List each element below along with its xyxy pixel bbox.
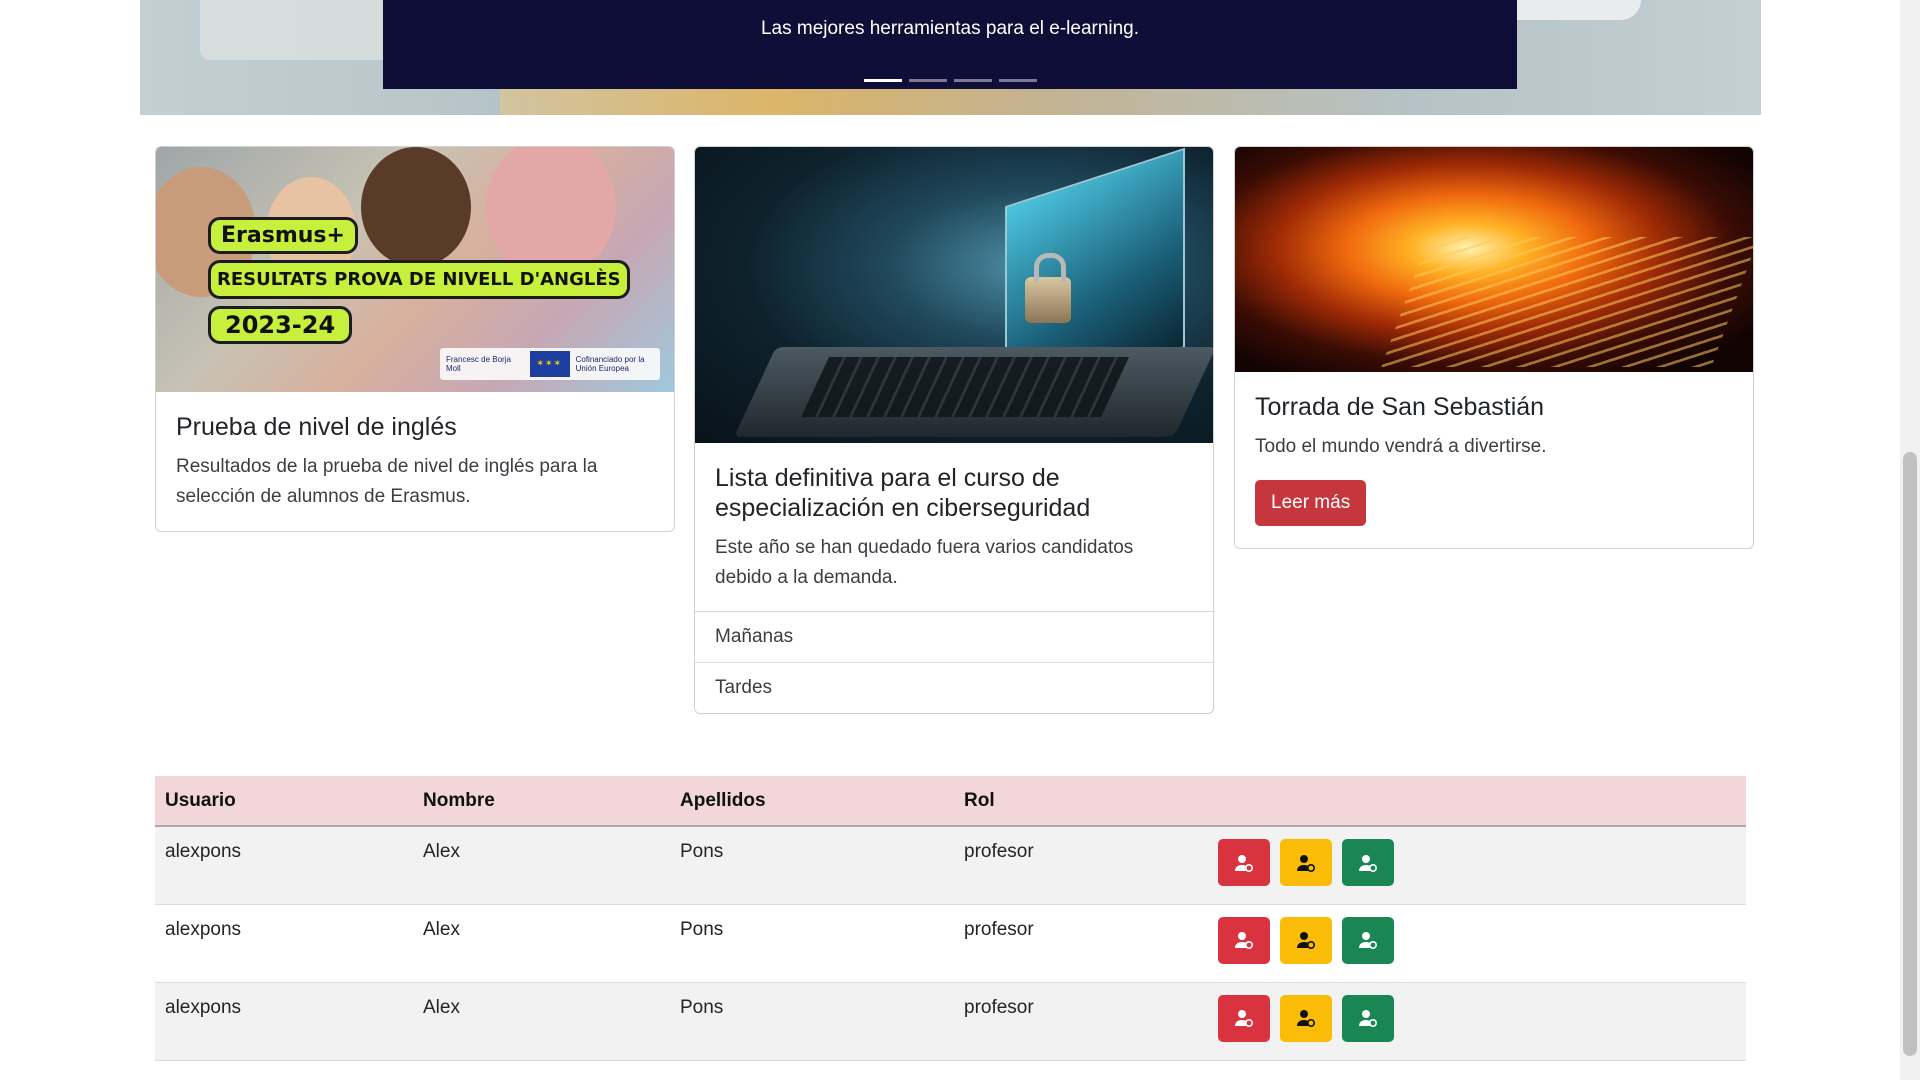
sponsor-logos: Francesc de Borja Moll Cofinanciado por … xyxy=(440,348,660,380)
row-actions xyxy=(1218,994,1736,1042)
card-text: Resultados de la prueba de nivel de ingl… xyxy=(176,456,598,507)
view-user-button[interactable] xyxy=(1342,839,1394,886)
card-title: Lista definitiva para el curso de especi… xyxy=(715,464,1091,522)
user-gear-icon xyxy=(1235,1010,1254,1028)
user-gear-icon xyxy=(1235,854,1254,872)
bonfire-image xyxy=(1235,147,1753,372)
list-item-mananas[interactable]: Mañanas xyxy=(695,612,1213,663)
news-card-english-test: Erasmus+ RESULTATS PROVA DE NIVELL D'ANG… xyxy=(155,146,675,532)
carousel-caption: Las mejores herramientas para el e-learn… xyxy=(383,0,1517,89)
view-user-button[interactable] xyxy=(1342,916,1394,964)
table-row: alexpons Alex Pons profesor xyxy=(155,904,1746,983)
cell-apellidos: Pons xyxy=(670,904,954,983)
delete-user-button[interactable] xyxy=(1218,994,1270,1042)
cell-apellidos: Pons xyxy=(670,982,954,1061)
user-gear-icon xyxy=(1297,932,1316,950)
eu-flag-icon xyxy=(530,351,570,377)
cell-usuario: alexpons xyxy=(155,826,413,905)
column-header-nombre: Nombre xyxy=(413,776,670,827)
delete-user-button[interactable] xyxy=(1218,839,1270,886)
column-header-actions xyxy=(1208,776,1746,827)
carousel-indicator-3[interactable] xyxy=(953,79,992,82)
view-user-button[interactable] xyxy=(1342,994,1394,1042)
edit-user-button[interactable] xyxy=(1280,916,1332,964)
column-header-apellidos: Apellidos xyxy=(670,776,954,827)
user-gear-icon xyxy=(1359,932,1378,950)
row-actions xyxy=(1218,916,1736,964)
card-title: Prueba de nivel de inglés xyxy=(176,413,457,441)
cell-usuario: alexpons xyxy=(155,982,413,1061)
edit-user-button[interactable] xyxy=(1280,994,1332,1042)
carousel-indicators xyxy=(383,79,1517,82)
card-text: Todo el mundo vendrá a divertirse. xyxy=(1255,436,1547,457)
schedule-list: Mañanas Tardes xyxy=(695,611,1213,713)
delete-user-button[interactable] xyxy=(1218,916,1270,964)
row-actions xyxy=(1218,839,1736,886)
user-gear-icon xyxy=(1297,854,1316,872)
news-card-cybersecurity: Lista definitiva para el curso de especi… xyxy=(694,146,1214,714)
cell-rol: profesor xyxy=(954,982,1208,1061)
cell-usuario: alexpons xyxy=(155,904,413,983)
user-gear-icon xyxy=(1297,1010,1316,1028)
padlock-icon xyxy=(1025,253,1071,323)
scrollbar-thumb[interactable] xyxy=(1903,452,1917,1056)
table-row: alexpons Alex Pons profesor xyxy=(155,826,1746,905)
cell-rol: profesor xyxy=(954,904,1208,983)
user-gear-icon xyxy=(1359,1010,1378,1028)
edit-user-button[interactable] xyxy=(1280,839,1332,886)
cell-rol: profesor xyxy=(954,826,1208,905)
laptop-padlock-image xyxy=(695,147,1213,443)
user-gear-icon xyxy=(1359,854,1378,872)
cell-nombre: Alex xyxy=(413,904,670,983)
news-card-torrada: Torrada de San Sebastián Todo el mundo v… xyxy=(1234,146,1754,549)
carousel-indicator-1[interactable] xyxy=(863,79,902,82)
read-more-button[interactable]: Leer más xyxy=(1255,480,1367,526)
user-gear-icon xyxy=(1235,932,1254,950)
card-text: Este año se han quedado fuera varios can… xyxy=(715,537,1134,588)
erasmus-poster-image: Erasmus+ RESULTATS PROVA DE NIVELL D'ANG… xyxy=(156,147,674,392)
table-header-row: Usuario Nombre Apellidos Rol xyxy=(155,776,1746,827)
table-row: alexpons Alex Pons profesor xyxy=(155,982,1746,1061)
carousel-indicator-4[interactable] xyxy=(998,79,1037,82)
hero-carousel: Las mejores herramientas para el e-learn… xyxy=(140,0,1761,115)
cell-nombre: Alex xyxy=(413,982,670,1061)
column-header-usuario: Usuario xyxy=(155,776,413,827)
cell-apellidos: Pons xyxy=(670,826,954,905)
list-item-tardes[interactable]: Tardes xyxy=(695,663,1213,713)
page-scrollbar[interactable] xyxy=(1900,0,1920,1080)
carousel-indicator-2[interactable] xyxy=(908,79,947,82)
carousel-caption-text: Las mejores herramientas para el e-learn… xyxy=(760,18,1140,39)
card-title: Torrada de San Sebastián xyxy=(1255,393,1545,421)
column-header-rol: Rol xyxy=(954,776,1208,827)
users-table: Usuario Nombre Apellidos Rol alexpons Al… xyxy=(155,776,1746,1061)
cell-nombre: Alex xyxy=(413,826,670,905)
